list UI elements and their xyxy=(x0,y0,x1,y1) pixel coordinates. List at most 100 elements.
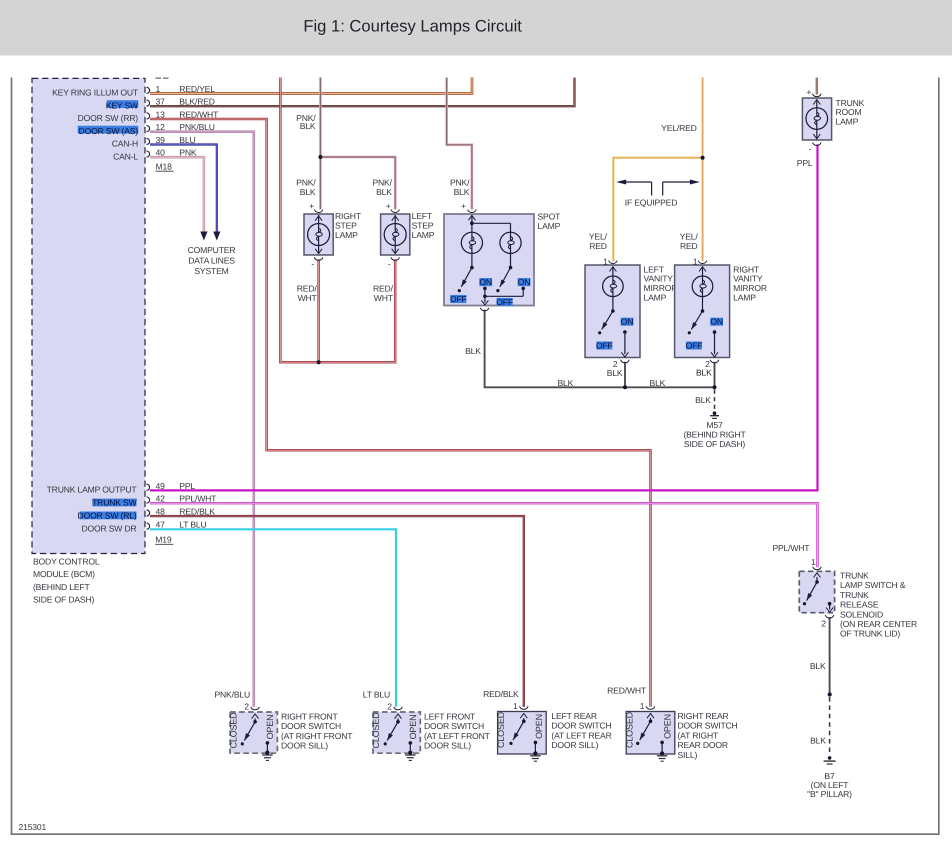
svg-text:LAMP: LAMP xyxy=(836,116,859,126)
svg-text:BLK: BLK xyxy=(696,368,712,378)
svg-text:LT BLU: LT BLU xyxy=(363,689,390,699)
svg-text:OPEN: OPEN xyxy=(408,715,418,740)
svg-text:DOOR SILL): DOOR SILL) xyxy=(281,741,328,751)
svg-text:LAMP: LAMP xyxy=(644,292,667,302)
svg-text:DOOR SWITCH: DOOR SWITCH xyxy=(551,721,611,731)
svg-text:TRUNK: TRUNK xyxy=(840,590,869,600)
svg-text:BLK: BLK xyxy=(300,121,316,131)
svg-text:ON: ON xyxy=(518,277,531,287)
svg-text:WHT: WHT xyxy=(298,293,318,303)
svg-text:1: 1 xyxy=(811,557,816,567)
svg-text:BLK: BLK xyxy=(810,661,826,671)
svg-text:OPEN: OPEN xyxy=(265,715,275,740)
svg-text:DOOR SWITCH: DOOR SWITCH xyxy=(678,721,738,731)
svg-text:Fig 1: Courtesy Lamps Circuit: Fig 1: Courtesy Lamps Circuit xyxy=(303,17,522,36)
svg-text:DOOR SW (RR): DOOR SW (RR) xyxy=(78,113,139,123)
svg-text:CLOSED: CLOSED xyxy=(496,711,506,748)
svg-text:OFF: OFF xyxy=(686,340,703,350)
svg-text:2: 2 xyxy=(387,701,392,711)
svg-text:BLK: BLK xyxy=(300,187,316,197)
svg-text:M18: M18 xyxy=(156,162,173,172)
svg-text:OF TRUNK LID): OF TRUNK LID) xyxy=(840,629,900,639)
svg-text:1: 1 xyxy=(640,701,645,711)
svg-text:PNK/: PNK/ xyxy=(296,177,316,187)
svg-text:OFF: OFF xyxy=(496,297,513,307)
svg-text:DOOR SW (RL): DOOR SW (RL) xyxy=(78,510,137,520)
svg-text:RIGHT REAR: RIGHT REAR xyxy=(678,711,729,721)
svg-text:-: - xyxy=(809,144,812,154)
svg-text:LAMP: LAMP xyxy=(733,292,756,302)
svg-text:RED: RED xyxy=(680,241,698,251)
svg-text:DOOR SW DR: DOOR SW DR xyxy=(81,524,136,534)
svg-text:KEY RING ILLUM OUT: KEY RING ILLUM OUT xyxy=(52,88,139,98)
svg-text:TRUNK: TRUNK xyxy=(840,570,869,580)
svg-text:ON: ON xyxy=(621,317,634,327)
svg-text:BLK: BLK xyxy=(607,368,623,378)
svg-text:STEP: STEP xyxy=(412,220,434,230)
svg-text:PNK: PNK xyxy=(179,148,197,158)
svg-text:ON: ON xyxy=(710,317,723,327)
svg-text:LT BLU: LT BLU xyxy=(179,520,206,530)
svg-text:RED/YEL: RED/YEL xyxy=(179,84,215,94)
svg-text:SYSTEM: SYSTEM xyxy=(194,266,228,276)
svg-text:+: + xyxy=(386,201,391,211)
svg-text:37: 37 xyxy=(156,97,166,107)
svg-text:+: + xyxy=(461,201,466,211)
svg-text:OPEN: OPEN xyxy=(663,714,673,739)
svg-text:+: + xyxy=(309,201,314,211)
svg-text:REAR DOOR: REAR DOOR xyxy=(678,740,728,750)
svg-text:BLK: BLK xyxy=(376,187,392,197)
svg-text:TRUNK LAMP OUTPUT: TRUNK LAMP OUTPUT xyxy=(47,485,138,495)
svg-text:PPL: PPL xyxy=(797,158,813,168)
svg-text:215301: 215301 xyxy=(19,822,47,832)
svg-text:BLK: BLK xyxy=(465,346,481,356)
svg-text:(AT RIGHT FRONT: (AT RIGHT FRONT xyxy=(281,731,353,741)
svg-text:STEP: STEP xyxy=(335,220,357,230)
svg-text:LAMP: LAMP xyxy=(412,230,435,240)
svg-text:48: 48 xyxy=(156,507,166,517)
svg-text:LEFT FRONT: LEFT FRONT xyxy=(424,711,476,721)
svg-text:CLOSED: CLOSED xyxy=(624,711,634,748)
svg-text:LEFT REAR: LEFT REAR xyxy=(551,711,597,721)
svg-text:DOOR SW (AS): DOOR SW (AS) xyxy=(79,126,139,136)
svg-text:YEL/: YEL/ xyxy=(680,231,699,241)
svg-text:BLU: BLU xyxy=(179,135,195,145)
svg-text:RED/: RED/ xyxy=(373,284,394,294)
svg-text:49: 49 xyxy=(156,481,166,491)
svg-text:SIDE OF DASH): SIDE OF DASH) xyxy=(684,439,745,449)
svg-text:(AT LEFT FRONT: (AT LEFT FRONT xyxy=(424,731,491,741)
svg-text:1: 1 xyxy=(693,257,698,267)
svg-text:KEY SW: KEY SW xyxy=(106,100,139,110)
svg-text:LEFT: LEFT xyxy=(412,211,433,221)
svg-text:CAN-H: CAN-H xyxy=(112,139,138,149)
svg-text:PPL: PPL xyxy=(179,481,195,491)
svg-text:LAMP SWITCH &: LAMP SWITCH & xyxy=(840,580,906,590)
svg-text:DATA LINES: DATA LINES xyxy=(188,256,235,266)
svg-text:OFF: OFF xyxy=(596,340,613,350)
svg-text:BLK: BLK xyxy=(557,378,573,388)
svg-text:COMPUTER: COMPUTER xyxy=(188,245,236,255)
svg-text:13: 13 xyxy=(156,109,166,119)
svg-text:CLOSED: CLOSED xyxy=(228,712,238,749)
svg-text:OFF: OFF xyxy=(450,294,467,304)
svg-text:-: - xyxy=(311,259,314,269)
svg-text:RELEASE: RELEASE xyxy=(840,600,879,610)
svg-text:40: 40 xyxy=(156,148,166,158)
svg-text:(AT RIGHT: (AT RIGHT xyxy=(678,730,719,740)
svg-text:PNK/: PNK/ xyxy=(450,177,470,187)
svg-text:(BEHIND RIGHT: (BEHIND RIGHT xyxy=(683,429,746,439)
svg-text:RED/WHT: RED/WHT xyxy=(179,109,219,119)
svg-text:(ON REAR CENTER: (ON REAR CENTER xyxy=(840,619,917,629)
svg-text:SPOT: SPOT xyxy=(538,212,562,222)
svg-text:CAN-L: CAN-L xyxy=(113,151,138,161)
svg-text:RED/: RED/ xyxy=(297,284,318,294)
svg-text:DOOR SILL): DOOR SILL) xyxy=(551,740,598,750)
svg-text:TRUNK SW: TRUNK SW xyxy=(92,497,137,507)
svg-text:RIGHT: RIGHT xyxy=(335,211,362,221)
svg-text:ON: ON xyxy=(479,277,492,287)
svg-text:1: 1 xyxy=(513,701,518,711)
svg-text:1: 1 xyxy=(156,84,161,94)
svg-text:IF EQUIPPED: IF EQUIPPED xyxy=(625,198,677,208)
svg-text:BLK/RED: BLK/RED xyxy=(179,97,215,107)
svg-text:42: 42 xyxy=(156,494,166,504)
